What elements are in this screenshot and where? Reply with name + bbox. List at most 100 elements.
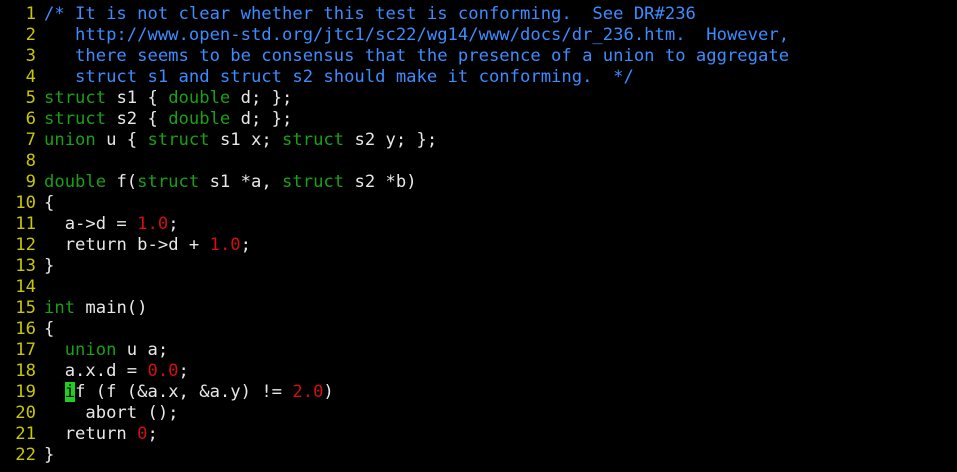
code-token: ;	[240, 235, 251, 255]
line-code[interactable]: a.x.d = 0.0;	[44, 361, 189, 382]
code-token: s2 *b)	[344, 172, 417, 192]
code-line[interactable]: 11 a->d = 1.0;	[0, 214, 957, 235]
line-number: 20	[15, 403, 36, 423]
code-token: there seems to be consensus that the pre…	[44, 46, 790, 66]
code-token: s2 {	[106, 109, 169, 129]
code-line[interactable]: 21 return 0;	[0, 424, 957, 445]
code-token: struct	[282, 172, 345, 192]
line-number: 11	[15, 214, 36, 234]
code-token: struct	[137, 172, 200, 192]
line-code[interactable]: struct s1 and struct s2 should make it c…	[44, 67, 634, 88]
line-code[interactable]: return 0;	[44, 424, 158, 445]
line-number: 15	[15, 298, 36, 318]
line-code[interactable]: }	[44, 445, 54, 466]
code-line[interactable]: 14	[0, 277, 957, 298]
line-number: 13	[15, 256, 36, 276]
code-token: 0	[137, 424, 148, 444]
code-token: double	[44, 172, 107, 192]
code-token: int	[44, 298, 76, 318]
line-code[interactable]: abort ();	[44, 403, 178, 424]
code-line[interactable]: 15 int main()	[0, 298, 957, 319]
code-line[interactable]: 4 struct s1 and struct s2 should make it…	[0, 67, 957, 88]
line-code[interactable]: {	[44, 319, 54, 340]
code-token: 2.0	[292, 382, 324, 402]
line-number: 5	[25, 88, 36, 108]
line-code[interactable]: union u a;	[44, 340, 169, 361]
line-number: 14	[15, 277, 36, 297]
line-code[interactable]: struct s2 { double d; };	[44, 109, 292, 130]
code-token: f(	[106, 172, 138, 192]
line-code[interactable]: http://www.open-std.org/jtc1/sc22/wg14/w…	[44, 25, 789, 46]
code-line[interactable]: 9 double f(struct s1 *a, struct s2 *b)	[0, 172, 957, 193]
code-token: struct	[44, 109, 107, 129]
code-token: f (f (&a.x, &a.y) !=	[75, 382, 293, 402]
code-line[interactable]: 18 a.x.d = 0.0;	[0, 361, 957, 382]
line-number: 12	[15, 235, 36, 255]
code-token: double	[168, 109, 231, 129]
code-line[interactable]: 5 struct s1 { double d; };	[0, 88, 957, 109]
code-token: /* It is not clear whether this test is …	[44, 4, 696, 24]
code-editor[interactable]: 1 /* It is not clear whether this test is…	[0, 0, 957, 472]
code-line[interactable]: 17 union u a;	[0, 340, 957, 361]
code-line[interactable]: 2 http://www.open-std.org/jtc1/sc22/wg14…	[0, 25, 957, 46]
line-code[interactable]: union u { struct s1 x; struct s2 y; };	[44, 130, 437, 151]
code-token: d; };	[230, 109, 293, 129]
line-code[interactable]: {	[44, 193, 54, 214]
code-line[interactable]: 20 abort ();	[0, 403, 957, 424]
line-code[interactable]: }	[44, 256, 54, 277]
line-number: 22	[15, 445, 36, 465]
code-token: d; };	[230, 88, 293, 108]
code-token: main()	[75, 298, 148, 318]
line-code[interactable]: /* It is not clear whether this test is …	[44, 4, 696, 25]
line-code[interactable]: if (f (&a.x, &a.y) != 2.0)	[44, 382, 334, 403]
line-code[interactable]: int main()	[44, 298, 147, 319]
code-token: a->d =	[44, 214, 138, 234]
line-number: 19	[15, 382, 36, 402]
code-token: return	[64, 235, 127, 255]
line-code[interactable]: a->d = 1.0;	[44, 214, 179, 235]
code-token: 1.0	[137, 214, 169, 234]
line-code[interactable]: there seems to be consensus that the pre…	[44, 46, 789, 67]
line-code[interactable]: return b->d + 1.0;	[44, 235, 251, 256]
code-token: s1 *a,	[199, 172, 283, 192]
code-token: )	[323, 382, 334, 402]
line-number: 9	[25, 172, 36, 192]
code-line[interactable]: 10 {	[0, 193, 957, 214]
code-token: s2 y; };	[344, 130, 438, 150]
line-number: 8	[25, 151, 36, 171]
code-token: u a;	[116, 340, 169, 360]
code-token: a.x.d =	[44, 361, 148, 381]
line-number: 21	[15, 424, 36, 444]
code-token: }	[44, 445, 55, 465]
line-number: 2	[25, 25, 36, 45]
line-number: 4	[25, 67, 36, 87]
code-token: struct s1 and struct s2 should make it c…	[44, 67, 634, 87]
code-token: b->d +	[126, 235, 210, 255]
code-line[interactable]: 13}	[0, 256, 957, 277]
code-token: s1 {	[106, 88, 169, 108]
line-number: 16	[15, 319, 36, 339]
line-number: 1	[25, 4, 36, 24]
code-line[interactable]: 12 return b->d + 1.0;	[0, 235, 957, 256]
line-code[interactable]: double f(struct s1 *a, struct s2 *b)	[44, 172, 417, 193]
line-code[interactable]: struct s1 { double d; };	[44, 88, 292, 109]
line-number: 17	[15, 340, 36, 360]
line-number: 3	[25, 46, 36, 66]
code-token: double	[168, 88, 231, 108]
code-token: ;	[147, 424, 158, 444]
code-token: 0.0	[147, 361, 179, 381]
code-token: 1.0	[209, 235, 241, 255]
code-line[interactable]: 8	[0, 151, 957, 172]
code-line[interactable]: 19 if (f (&a.x, &a.y) != 2.0)	[0, 382, 957, 403]
code-line[interactable]: 7 union u { struct s1 x; struct s2 y; };	[0, 130, 957, 151]
code-line[interactable]: 16 {	[0, 319, 957, 340]
code-line[interactable]: 1 /* It is not clear whether this test is…	[0, 4, 957, 25]
code-line[interactable]: 3 there seems to be consensus that the p…	[0, 46, 957, 67]
code-line[interactable]: 6 struct s2 { double d; };	[0, 109, 957, 130]
code-token: {	[44, 319, 55, 339]
code-line[interactable]: 22}	[0, 445, 957, 466]
code-token: return	[44, 424, 138, 444]
